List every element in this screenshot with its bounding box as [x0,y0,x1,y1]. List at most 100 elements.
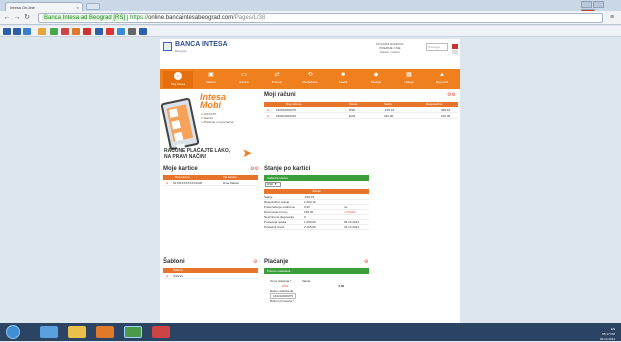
table-row: Poslednji izvod 2.105,00 01.12.2012 [264,225,369,230]
menu-item-menjacnica[interactable]: ⟲ Menjačnica [295,71,325,88]
maximize-button[interactable] [593,1,604,8]
bookmark-icon[interactable] [83,28,91,35]
language-flag-icon[interactable] [452,50,458,54]
bookmark-icon[interactable] [95,28,103,35]
field-value[interactable]: Valuta [302,279,310,283]
windows-taskbar [0,323,621,341]
bookmark-icon[interactable] [139,28,147,35]
currency: EUR [349,114,356,118]
balance-header: Stanje [264,189,369,194]
menu-item-profil[interactable]: ▲ Moj profil [427,71,457,88]
tab-close-icon[interactable]: × [77,5,79,10]
clock-date[interactable]: 06.12.2012 [540,337,615,342]
table-row[interactable]: ► Izabrati [163,274,258,279]
forward-icon[interactable]: → [13,14,21,22]
section-title-placanje: Plaćanje [264,259,289,265]
menu-item-kartice[interactable]: ▭ Kartice [229,71,259,88]
menu-item-home[interactable]: ⌂ Moj Intesa [163,71,193,88]
menu-item-usluge[interactable]: ▦ Usluge [394,71,424,88]
column-header: Broj kartice [175,175,191,179]
language-flag-icon[interactable] [452,44,458,49]
new-tab-button[interactable] [86,3,100,10]
bookmarks-bar [0,26,621,37]
currency: RSD [349,108,356,112]
folder-icon[interactable] [68,326,86,338]
expand-icon[interactable]: ► [166,181,169,186]
card-selector-bar[interactable]: Izaberite karticu [264,175,369,181]
bank-logo-text[interactable]: BANCA INTESA [175,41,228,48]
settings-icon[interactable]: ⚙⚙ [250,166,259,172]
settings-icon[interactable]: ⚙ [364,259,368,265]
menu-item-prenosi[interactable]: ⇄ Prenosi [262,71,292,88]
settings-icon[interactable]: ⚙⚙ [447,92,456,98]
currency-select-value: RSD [267,182,274,186]
amount-input[interactable]: 0,00 [338,284,344,288]
bookmark-icon[interactable] [23,28,31,35]
app-icon[interactable] [152,326,170,338]
reload-icon[interactable]: ↻ [23,14,31,22]
bookmark-icon[interactable] [128,28,136,35]
media-icon[interactable] [96,326,114,338]
banner-title-line: Mobi [200,100,221,110]
bookmark-icon[interactable] [13,28,21,35]
start-button-icon[interactable] [6,325,20,339]
templates-header: Šabloni [163,268,258,273]
bookmark-icon[interactable] [38,28,46,35]
system-tray: EN 05:17 PM 06.12.2012 [540,327,615,341]
menu-item-racuni[interactable]: ▣ Računi [196,71,226,88]
template-name[interactable]: Izabrati [173,274,183,279]
available: 220,00 [441,114,451,118]
menu-label: Računi [206,80,216,84]
bookmark-icon[interactable] [61,28,69,35]
tab-title: Intesa On-line [10,5,35,10]
payment-type-bar[interactable]: Prenos sredstava [264,268,369,274]
address-bar[interactable]: Banca Intesa ad Beograd [RS] https://onli… [38,13,603,23]
expand-icon[interactable]: ► [267,108,270,113]
settings-icon[interactable]: ⚙ [253,259,257,265]
ie-icon[interactable] [40,326,58,338]
bookmark-icon[interactable] [117,28,125,35]
bookmark-icon[interactable] [50,28,58,35]
banner-bullets: NOVOST Računi Plaćanje u trgovinama [201,112,256,124]
banner-arrow-icon[interactable]: ➤ [242,147,252,159]
expand-icon[interactable]: ► [166,274,169,279]
section-title-moji-racuni: Moji računi [264,92,296,98]
section-title-sabloni: Šabloni [163,259,185,265]
language-indicator[interactable]: EN [611,327,615,331]
banner-footer: RAČUNE PLAĆAJTE LAKO, NA PRAVI NAČIN! [164,148,234,160]
menu-label: Kartice [239,80,249,84]
insurance-icon: ▦ [406,72,412,78]
user-info-line: Datum i vreme [380,50,400,54]
bookmark-icon[interactable] [72,28,80,35]
balance-details: Stanje -195,16 Raspoloživo stanje 1.000,16… [264,195,369,230]
menu-item-stednja[interactable]: ◆ Štednja [361,71,391,88]
bookmark-icon[interactable] [106,28,114,35]
search-input[interactable]: Pretraga [426,43,448,51]
menu-label: Menjačnica [302,80,318,84]
user-info: DOLAZNI RANKING PREZIME I IME Datum i vr… [360,42,420,54]
menu-label: Moj profil [435,80,449,84]
minimize-button[interactable] [581,1,592,8]
bookmark-icon[interactable] [3,28,11,35]
balance: -195,16 [384,108,395,112]
menu-item-krediti[interactable]: ■ Krediti [328,71,358,88]
balance: 220,00 [384,114,394,118]
wrench-icon[interactable]: ≡ [608,14,616,22]
table-row[interactable]: ► 5179XXXXXXXX1100 Dina Master [163,181,258,186]
expand-icon[interactable]: ► [267,114,270,119]
account-number[interactable]: 160001810015 [276,114,296,119]
back-icon[interactable]: ← [3,14,11,22]
currency-select[interactable]: RSD ▼ [265,182,281,187]
account-number[interactable]: 160010000075 [276,108,296,113]
card-type: Dina Master [223,181,240,185]
form-row: Račun primaoca * [270,299,370,304]
card-number[interactable]: 5179XXXXXXXX1100 [173,181,202,186]
bank-logo-icon[interactable] [163,42,172,51]
table-row[interactable]: ► 160010000075 RSD -195,16 495,16 [264,108,458,113]
table-row[interactable]: ► 160001810015 EUR 220,00 220,00 [264,114,458,119]
field-label: Iznos plaćanja * [270,279,292,283]
chrome-icon[interactable] [124,326,142,338]
show-link[interactable]: + Prikaži [344,210,356,215]
browser-tab[interactable]: Intesa On-line × [5,2,83,11]
accounts-table-header: Broj računa Valuta Saldo Raspoloživo [264,102,458,107]
